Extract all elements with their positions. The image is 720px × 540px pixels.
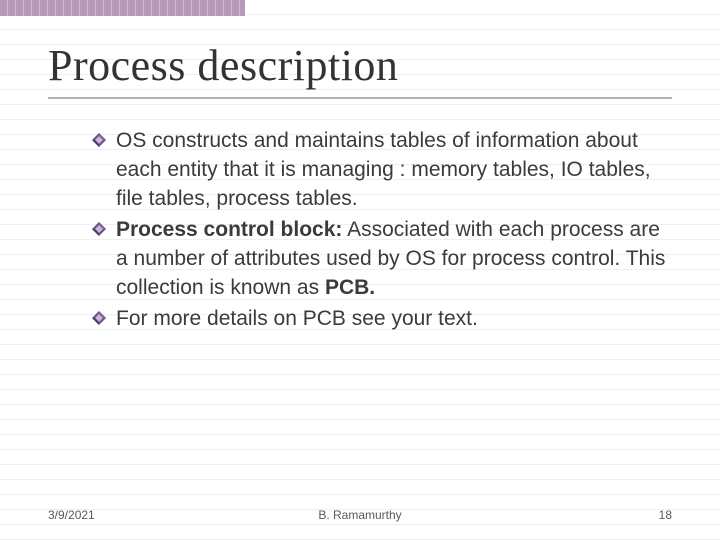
- diamond-bullet-icon: [92, 222, 106, 236]
- slide-container: Process description OS constructs and ma…: [0, 0, 720, 540]
- diamond-bullet-icon: [92, 133, 106, 147]
- slide-body: OS constructs and maintains tables of in…: [48, 127, 672, 334]
- bullet-text: OS constructs and maintains tables of in…: [116, 129, 651, 210]
- bullet-text: Process control block: Associated with e…: [116, 218, 665, 299]
- footer-author: B. Ramamurthy: [256, 508, 464, 522]
- footer-date: 3/9/2021: [48, 508, 256, 522]
- bullet-text: For more details on PCB see your text.: [116, 307, 478, 330]
- bullet-item: Process control block: Associated with e…: [92, 216, 672, 303]
- bullet-item: For more details on PCB see your text.: [92, 305, 672, 334]
- slide-title: Process description: [48, 40, 672, 99]
- footer-page-number: 18: [464, 508, 672, 522]
- slide-footer: 3/9/2021 B. Ramamurthy 18: [0, 508, 720, 522]
- diamond-bullet-icon: [92, 311, 106, 325]
- bullet-item: OS constructs and maintains tables of in…: [92, 127, 672, 214]
